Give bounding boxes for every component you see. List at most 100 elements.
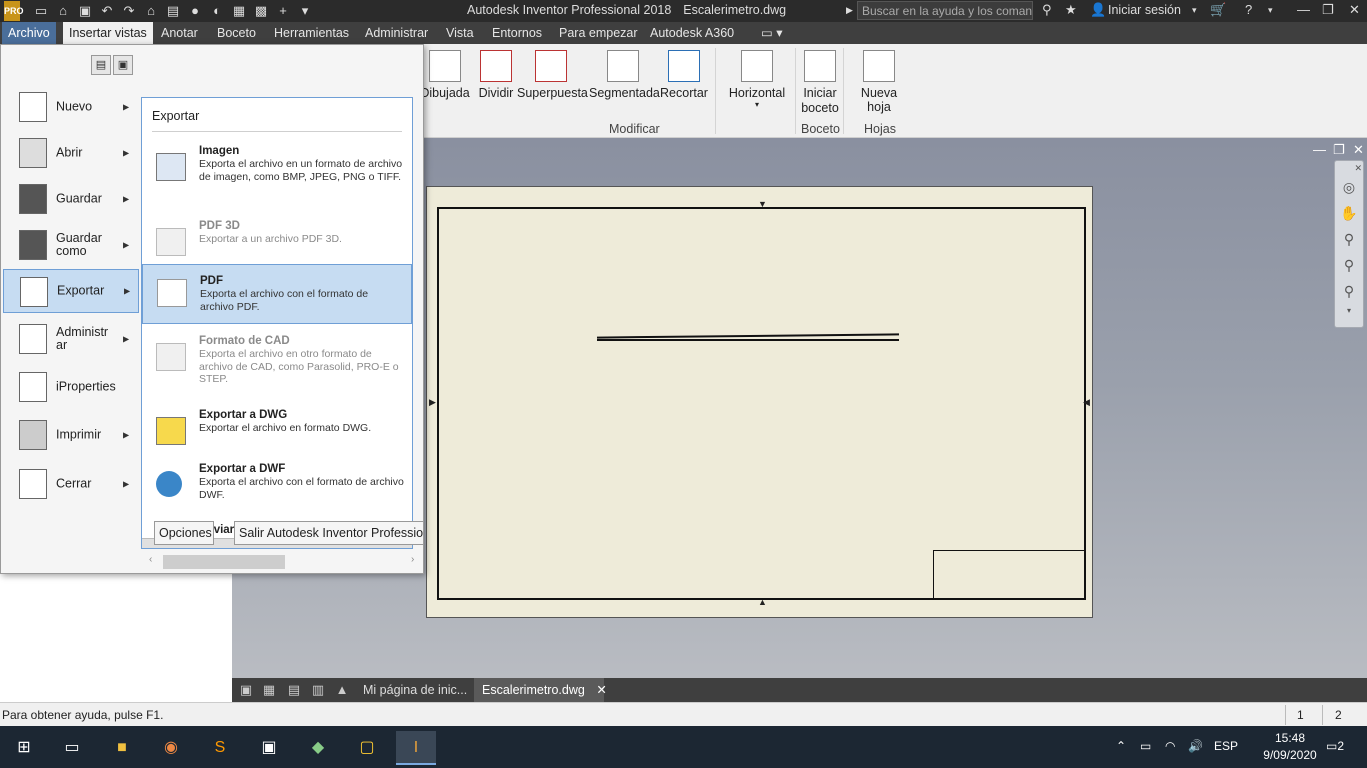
tab-archivo[interactable]: Archivo <box>2 22 56 44</box>
task-view-icon[interactable]: ▭ <box>52 731 92 765</box>
dividir-button[interactable]: Dividir <box>477 50 515 100</box>
menu-item-guardar-como[interactable]: Guardar como ▶ <box>3 223 139 267</box>
recent-documents-icon[interactable]: ▤ <box>91 55 111 75</box>
sublime-text-icon[interactable]: S <box>200 731 240 765</box>
open-icon[interactable]: ⌂ <box>52 2 74 20</box>
scroll-right-icon[interactable]: › <box>411 554 414 565</box>
canvas-restore-icon[interactable]: ❐ <box>1333 142 1345 158</box>
tile-icon[interactable]: ▦ <box>261 682 277 698</box>
superpuesta-button[interactable]: Superpuesta <box>517 50 588 100</box>
close-navbar-icon[interactable]: ✕ <box>1336 163 1362 173</box>
menu-item-imprimir[interactable]: Imprimir ▶ <box>3 413 139 457</box>
undo-icon[interactable]: ↶ <box>96 2 118 20</box>
menu-item-guardar[interactable]: Guardar ▶ <box>3 177 139 221</box>
dibujada-button[interactable]: Dibujada <box>420 50 470 100</box>
steering-wheel-icon[interactable]: ◎ <box>1336 175 1362 199</box>
measure-icon[interactable]: ▦ <box>228 2 250 20</box>
binoculars-icon[interactable]: ⚲ <box>1042 2 1052 18</box>
help-search-input[interactable]: Buscar en la ayuda y los comandos <box>857 1 1033 20</box>
tab-administrar[interactable]: Administrar <box>359 22 434 44</box>
menu-item-administrar[interactable]: Administrar ▶ <box>3 317 139 361</box>
canvas-minimize-icon[interactable]: — <box>1313 142 1326 157</box>
horizontal-dropdown-icon[interactable]: ▾ <box>727 100 787 109</box>
tab-anotar[interactable]: Anotar <box>155 22 204 44</box>
tray-expand-icon[interactable]: ⌃ <box>1116 739 1126 753</box>
export-dwg-item[interactable]: Exportar a DWG Exportar el archivo en fo… <box>142 409 412 447</box>
user-icon[interactable]: 👤 <box>1090 2 1106 18</box>
exit-inventor-button[interactable]: Salir Autodesk Inventor Professional 201… <box>234 521 423 545</box>
scroll-left-icon[interactable]: ‹ <box>149 554 152 565</box>
file-explorer-icon[interactable]: ■ <box>102 731 142 765</box>
export-cad-format-item[interactable]: Formato de CAD Exporta el archivo en otr… <box>142 335 412 391</box>
chrome-icon[interactable]: ◉ <box>151 731 191 765</box>
redo-icon[interactable]: ↷ <box>118 2 140 20</box>
signin-button[interactable]: Iniciar sesión <box>1108 3 1181 17</box>
menu-item-abrir[interactable]: Abrir ▶ <box>3 131 139 175</box>
help-icon[interactable]: ? <box>1245 2 1252 17</box>
horizontal-button[interactable]: Horizontal ▾ <box>727 50 787 109</box>
files-app-icon[interactable]: ▢ <box>347 731 387 765</box>
volume-icon[interactable]: 🔊 <box>1188 739 1203 753</box>
zoom-all-icon[interactable]: ⚲ <box>1336 279 1362 303</box>
tab-mi-pagina-de-inicio[interactable]: Mi página de inic... <box>355 678 475 702</box>
menu-item-iproperties[interactable]: iProperties <box>3 365 139 409</box>
tab-para-empezar[interactable]: Para empezar <box>553 22 644 44</box>
customize-qat-icon[interactable]: ▾ <box>294 2 316 20</box>
menu-item-cerrar[interactable]: Cerrar ▶ <box>3 462 139 506</box>
export-imagen-item[interactable]: Imagen Exporta el archivo en un formato … <box>142 145 412 199</box>
update-icon[interactable]: ▩ <box>250 2 272 20</box>
language-indicator[interactable]: ESP <box>1214 739 1238 753</box>
iniciar-boceto-button[interactable]: Iniciar boceto <box>799 50 841 116</box>
notifications-icon[interactable]: ▭2 <box>1326 739 1344 753</box>
windows-start-icon[interactable]: ⊞ <box>4 731 44 765</box>
tab-insertar-vistas[interactable]: Insertar vistas <box>63 22 153 44</box>
help-dropdown-icon[interactable]: ▾ <box>1268 5 1273 16</box>
minimize-icon[interactable]: — <box>1297 2 1310 17</box>
signin-dropdown-icon[interactable]: ▾ <box>1192 5 1197 16</box>
export-dwf-item[interactable]: Exportar a DWF Exporta el archivo con el… <box>142 463 412 505</box>
tab-boceto[interactable]: Boceto <box>211 22 262 44</box>
pan-icon[interactable]: ✋ <box>1336 201 1362 225</box>
tile-horizontal-icon[interactable]: ▤ <box>286 682 302 698</box>
export-pdf3d-item[interactable]: PDF 3D Exportar a un archivo PDF 3D. <box>142 220 412 256</box>
expand-arrow-icon[interactable]: ▶ <box>846 5 853 16</box>
wifi-icon[interactable]: ◠ <box>1165 739 1175 753</box>
navbar-more-icon[interactable]: ▾ <box>1336 305 1362 317</box>
material-icon[interactable]: ● <box>184 2 206 20</box>
terminal-icon[interactable]: ▣ <box>249 731 289 765</box>
cart-icon[interactable]: 🛒 <box>1210 2 1226 18</box>
panel-options-icon[interactable]: ▭ ▾ <box>755 22 789 44</box>
export-pdf-item[interactable]: PDF Exporta el archivo con el formato de… <box>142 264 412 324</box>
tab-escalerimetro[interactable]: Escalerimetro.dwg ✕ <box>474 678 607 702</box>
close-tab-icon[interactable]: ✕ <box>596 683 606 697</box>
cascade-icon[interactable]: ▣ <box>238 682 254 698</box>
close-icon[interactable]: ✕ <box>1349 2 1360 18</box>
restore-icon[interactable]: ❐ <box>1322 2 1334 18</box>
appearance-icon[interactable]: ◐ <box>206 2 228 20</box>
battery-icon[interactable]: ▭ <box>1140 739 1151 753</box>
segmentada-button[interactable]: Segmentada <box>589 50 660 100</box>
tab-list-icon[interactable]: ▲ <box>334 682 350 698</box>
menu-item-exportar[interactable]: Exportar ▶ <box>3 269 139 313</box>
system-clock[interactable]: 15:48 9/09/2020 <box>1250 730 1330 764</box>
canvas-close-icon[interactable]: ✕ <box>1353 142 1364 158</box>
zoom-window-icon[interactable]: ⚲ <box>1336 253 1362 277</box>
app-menu-hscrollbar[interactable]: ‹ › <box>147 553 421 569</box>
zoom-icon[interactable]: ⚲ <box>1336 227 1362 251</box>
tab-herramientas[interactable]: Herramientas <box>268 22 355 44</box>
tab-autodesk-a360[interactable]: Autodesk A360 <box>644 22 740 44</box>
inventor-logo[interactable]: PRO <box>4 1 24 21</box>
open-documents-icon[interactable]: ▣ <box>113 55 133 75</box>
scroll-thumb[interactable] <box>163 555 285 569</box>
sourcetree-icon[interactable]: ◆ <box>298 731 338 765</box>
home-icon[interactable]: ⌂ <box>140 2 162 20</box>
new-icon[interactable]: ▭ <box>30 2 52 20</box>
options-button[interactable]: Opciones <box>154 521 214 545</box>
tab-vista[interactable]: Vista <box>440 22 480 44</box>
tab-entornos[interactable]: Entornos <box>486 22 548 44</box>
drawing-sheet[interactable]: ▼ ▲ ▶ ◀ <box>426 186 1093 618</box>
inventor-taskbar-icon[interactable]: I <box>396 731 436 765</box>
menu-item-nuevo[interactable]: Nuevo ▶ <box>3 85 139 129</box>
print-icon[interactable]: ▤ <box>162 2 184 20</box>
save-icon[interactable]: ▣ <box>74 2 96 20</box>
